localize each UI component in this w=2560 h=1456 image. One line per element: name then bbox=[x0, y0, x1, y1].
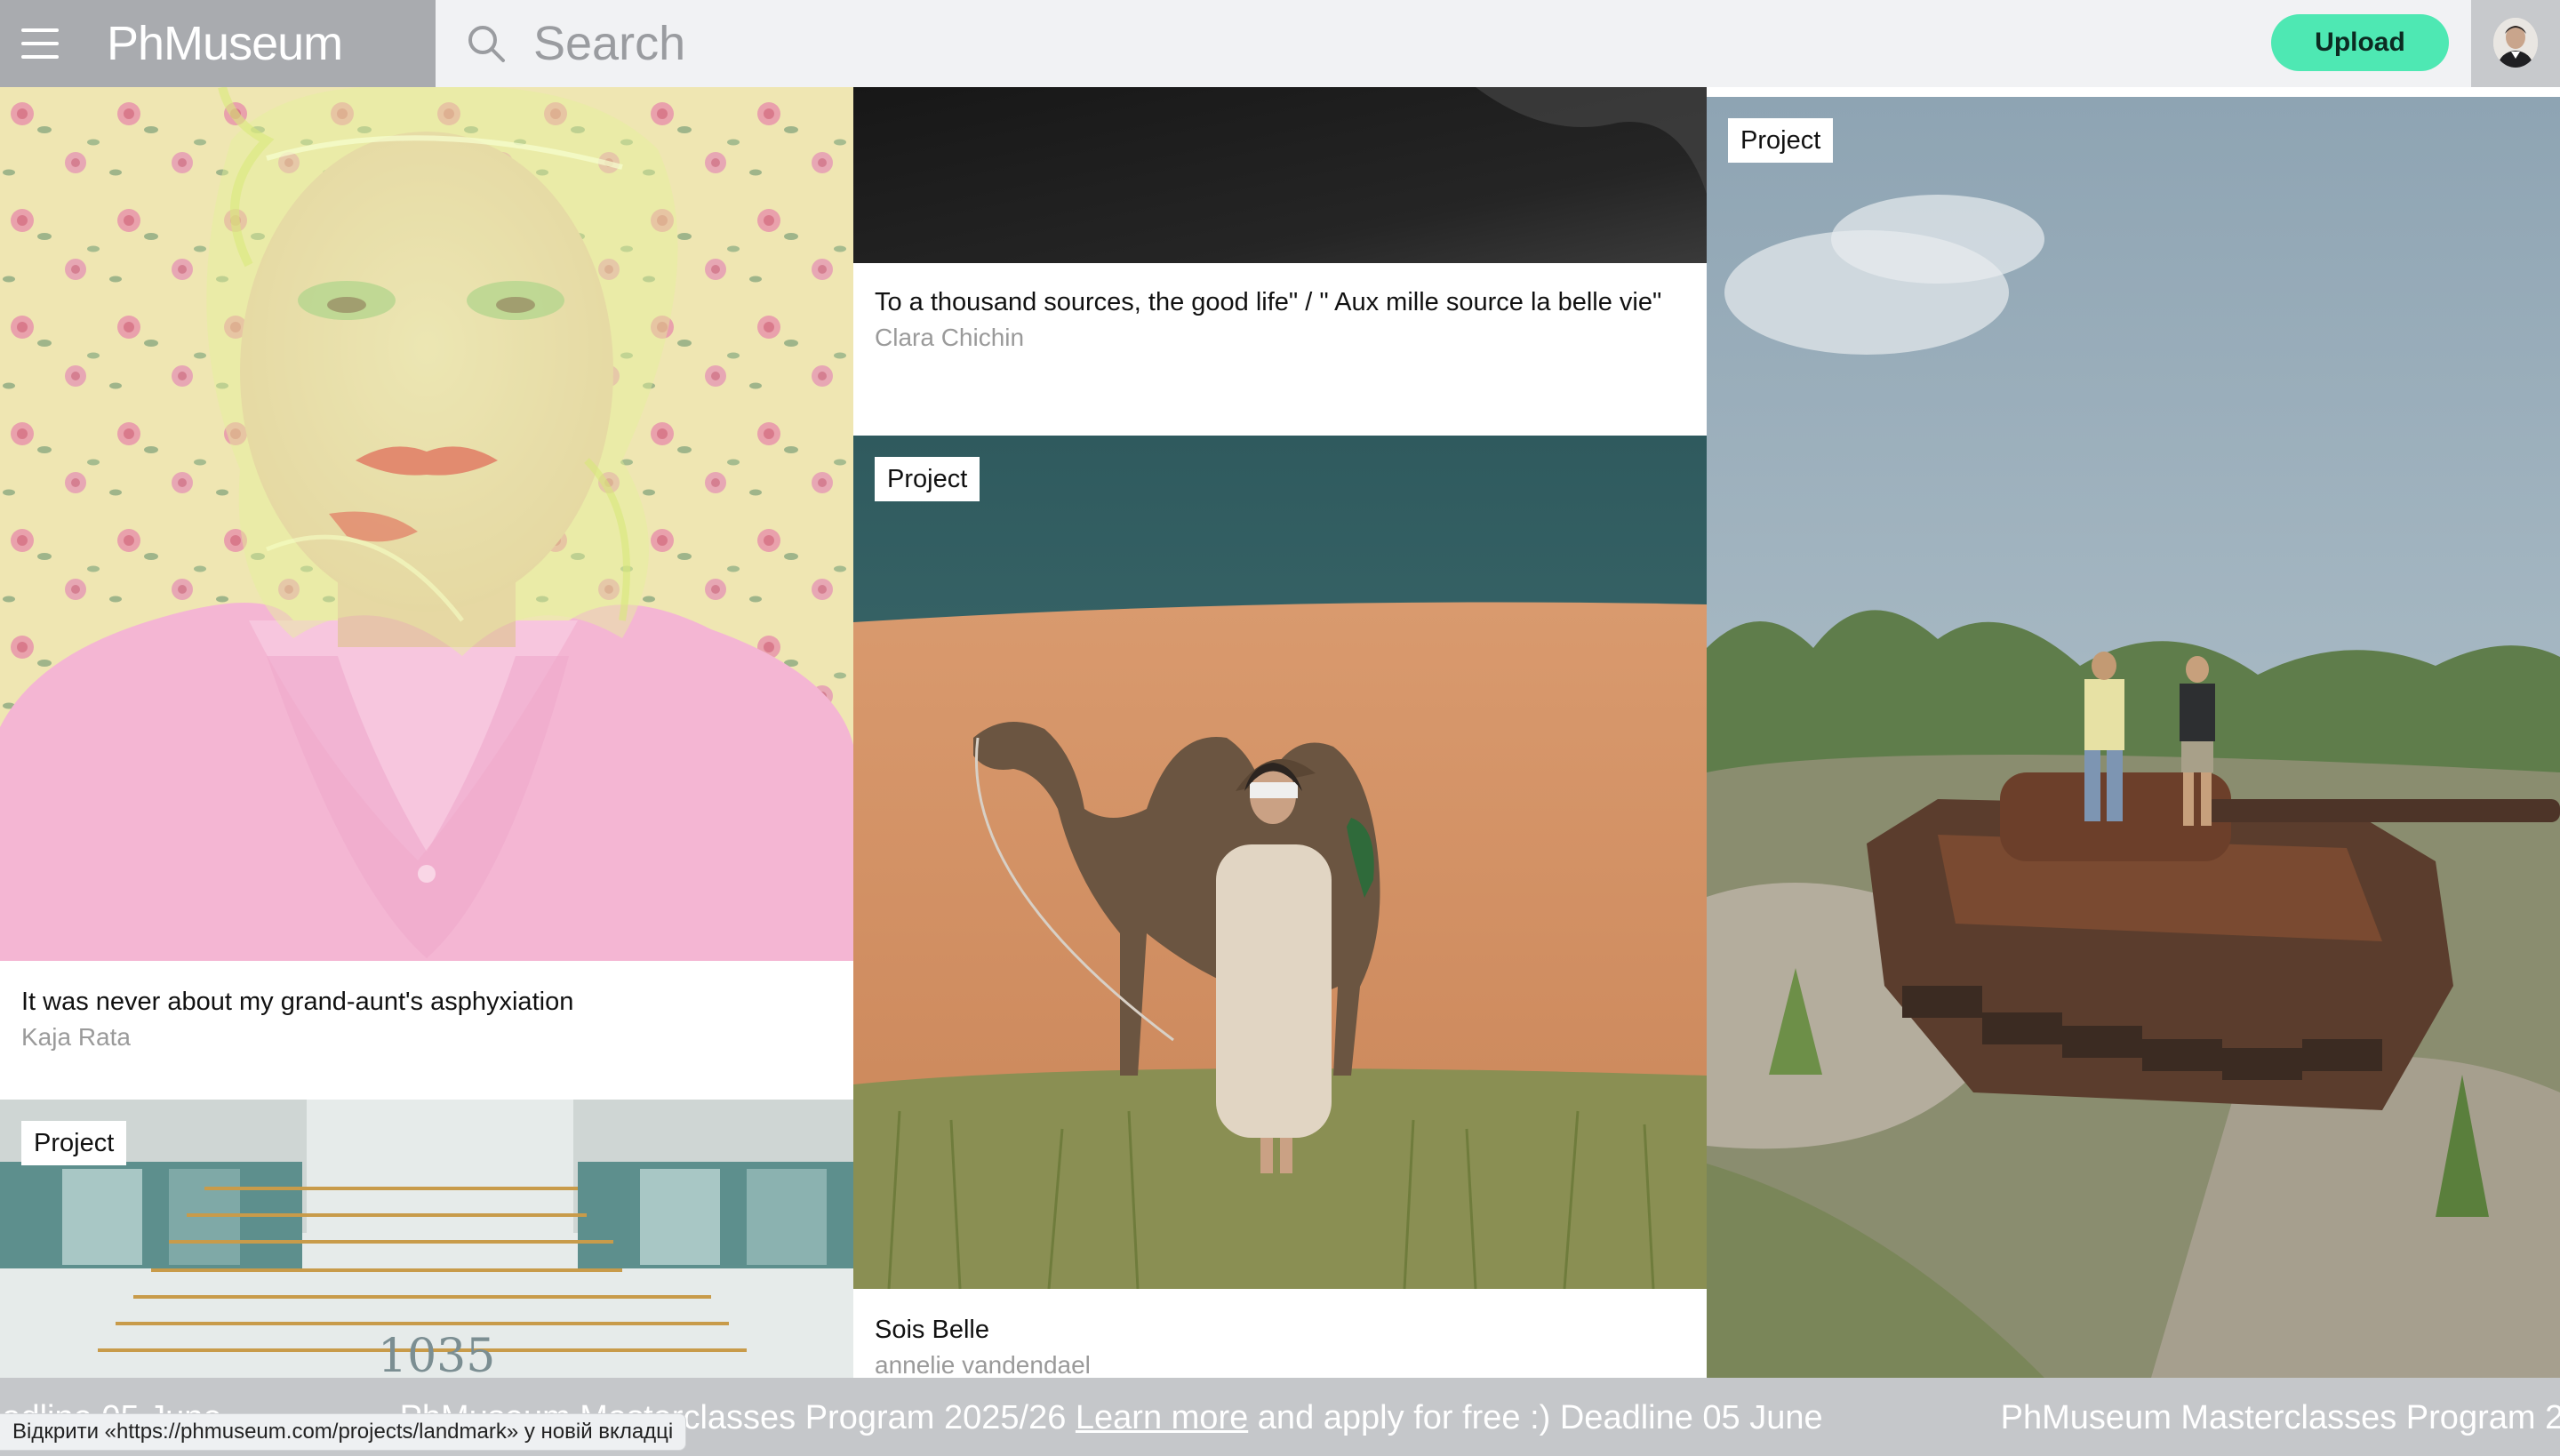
project-badge: Project bbox=[21, 1121, 127, 1165]
project-title[interactable]: It was never about my grand-aunt's asphy… bbox=[21, 984, 832, 1020]
project-card-thousand-sources[interactable]: To a thousand sources, the good life" / … bbox=[853, 263, 1707, 436]
upload-button[interactable]: Upload bbox=[2271, 14, 2449, 71]
portrait-image bbox=[0, 87, 853, 961]
project-card-sois-belle[interactable]: Sois Belle annelie vandendael bbox=[853, 1289, 1707, 1378]
browser-status-bar: Відкрити «https://phmuseum.com/projects/… bbox=[0, 1413, 687, 1451]
feed-column-3: Project bbox=[1707, 87, 2560, 1378]
search-input[interactable] bbox=[533, 16, 2044, 71]
svg-text:1035: 1035 bbox=[378, 1330, 495, 1378]
banner-text-repeat: PhMuseum Masterclasses Program 2025/26 bbox=[2000, 1399, 2560, 1436]
project-title[interactable]: To a thousand sources, the good life" / … bbox=[875, 284, 1685, 320]
learn-more-link[interactable]: Learn more bbox=[1076, 1399, 1248, 1436]
project-title[interactable]: Sois Belle bbox=[875, 1312, 1685, 1348]
project-card-asphyxiation[interactable]: It was never about my grand-aunt's asphy… bbox=[0, 961, 853, 1100]
project-photo-asphyxiation[interactable] bbox=[0, 87, 853, 961]
feed-column-2: To a thousand sources, the good life" / … bbox=[853, 87, 1707, 1378]
project-author[interactable]: Kaja Rata bbox=[21, 1020, 832, 1055]
top-bar: PhMuseum Upload bbox=[0, 0, 2560, 87]
feed-column-1: It was never about my grand-aunt's asphy… bbox=[0, 87, 853, 1378]
tank-image bbox=[1707, 97, 2560, 1378]
project-badge: Project bbox=[875, 457, 980, 501]
building-image: 1035 bbox=[0, 1100, 853, 1378]
user-menu[interactable] bbox=[2471, 0, 2560, 87]
project-photo-sois-belle[interactable]: Project bbox=[853, 436, 1707, 1289]
project-badge: Project bbox=[1728, 118, 1834, 163]
project-photo-thousand-sources[interactable] bbox=[853, 87, 1707, 263]
camel-image bbox=[853, 436, 1707, 1289]
hamburger-menu-icon[interactable] bbox=[21, 22, 64, 65]
banner-text-suffix: and apply for free :) Deadline 05 June bbox=[1257, 1399, 1823, 1436]
project-photo-landmark[interactable]: 1035 Project bbox=[0, 1100, 853, 1378]
dark-image bbox=[853, 87, 1707, 263]
project-photo-tank[interactable]: Project bbox=[1707, 97, 2560, 1378]
logo[interactable]: PhMuseum bbox=[107, 12, 343, 75]
search-icon bbox=[468, 26, 505, 62]
avatar[interactable] bbox=[2493, 18, 2538, 68]
project-author[interactable]: Clara Chichin bbox=[875, 320, 1685, 356]
project-author[interactable]: annelie vandendael bbox=[875, 1348, 1685, 1378]
brand-area: PhMuseum bbox=[0, 0, 436, 87]
search-bar bbox=[436, 0, 2249, 87]
